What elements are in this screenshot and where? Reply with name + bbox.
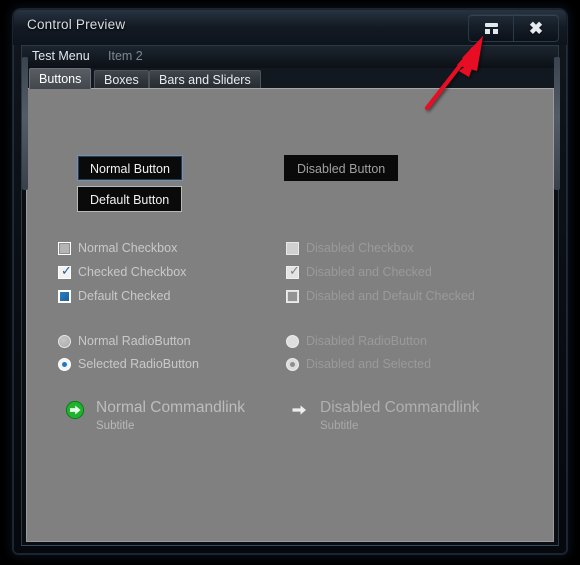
caption-button-group: ✖ <box>468 14 559 42</box>
checkbox-normal-row[interactable]: Normal Checkbox <box>58 241 177 255</box>
checkbox-checked-row[interactable]: ✓ Checked Checkbox <box>58 264 187 279</box>
commandlink-normal[interactable]: Normal Commandlink Subtitle <box>65 399 245 434</box>
radio-normal-row[interactable]: Normal RadioButton <box>58 334 191 348</box>
control-preview-window: Control Preview ✖ Test Menu Item 2 Butto… <box>13 9 567 554</box>
green-arrow-circle-icon <box>65 400 85 420</box>
checkbox-disabled-row: Disabled Checkbox <box>286 241 414 255</box>
commandlink-normal-texts: Normal Commandlink Subtitle <box>96 399 245 434</box>
checkbox-disabled-default-checked-label: Disabled and Default Checked <box>306 289 475 303</box>
radio-selected-row[interactable]: Selected RadioButton <box>58 357 199 371</box>
client-area: Test Menu Item 2 Buttons Boxes Bars and … <box>21 45 559 546</box>
radio-unselected-icon[interactable] <box>58 334 71 348</box>
radio-selected-label: Selected RadioButton <box>78 357 199 371</box>
disabled-button: Disabled Button <box>284 155 399 181</box>
checkbox-disabled-indeterminate-icon <box>286 289 299 303</box>
menu-item-test-menu[interactable]: Test Menu <box>32 49 90 63</box>
checkbox-checked-label: Checked Checkbox <box>78 265 187 279</box>
restore-icon <box>484 22 498 34</box>
checkbox-checked-icon[interactable]: ✓ <box>58 264 72 279</box>
radio-disabled-selected-label: Disabled and Selected <box>306 357 432 371</box>
title-bar[interactable]: Control Preview ✖ <box>13 9 567 45</box>
window-title: Control Preview <box>27 17 126 32</box>
close-button[interactable]: ✖ <box>513 15 558 41</box>
checkbox-indeterminate-icon[interactable] <box>58 289 71 303</box>
tab-bars-and-sliders[interactable]: Bars and Sliders <box>149 70 261 89</box>
restore-button[interactable] <box>469 15 513 41</box>
normal-button[interactable]: Normal Button <box>77 155 183 181</box>
menu-item-item-2: Item 2 <box>108 49 143 63</box>
radio-disabled-selected-row: Disabled and Selected <box>286 357 431 371</box>
checkbox-normal-label: Normal Checkbox <box>78 241 178 255</box>
commandlink-normal-title: Normal Commandlink <box>96 399 246 416</box>
checkbox-disabled-label: Disabled Checkbox <box>306 241 414 255</box>
menu-bar: Test Menu Item 2 <box>22 46 558 69</box>
checkbox-unchecked-icon[interactable] <box>58 241 71 255</box>
checkbox-disabled-default-checked-row: Disabled and Default Checked <box>286 289 475 303</box>
commandlink-normal-subtitle: Subtitle <box>96 420 135 432</box>
checkbox-disabled-checked-icon: ✓ <box>286 264 300 279</box>
screen: Control Preview ✖ Test Menu Item 2 Butto… <box>0 0 580 565</box>
tab-boxes[interactable]: Boxes <box>94 70 149 89</box>
radio-disabled-label: Disabled RadioButton <box>306 334 427 348</box>
checkbox-disabled-checked-label: Disabled and Checked <box>306 265 432 279</box>
commandlink-disabled-texts: Disabled Commandlink Subtitle <box>320 399 479 434</box>
tab-buttons[interactable]: Buttons <box>29 68 92 89</box>
radio-disabled-row: Disabled RadioButton <box>286 334 427 348</box>
tab-page-buttons: Normal Button Default Button Disabled Bu… <box>26 88 554 542</box>
close-icon: ✖ <box>528 18 544 38</box>
commandlink-disabled: Disabled Commandlink Subtitle <box>289 399 479 434</box>
radio-disabled-unselected-icon <box>286 334 299 348</box>
radio-selected-icon[interactable] <box>58 357 71 371</box>
commandlink-disabled-subtitle: Subtitle <box>320 420 359 432</box>
checkbox-default-checked-label: Default Checked <box>78 289 171 303</box>
radio-disabled-selected-icon <box>286 357 299 371</box>
left-edge-scroll-indicator[interactable] <box>22 57 28 190</box>
default-button[interactable]: Default Button <box>77 186 183 212</box>
checkbox-default-checked-row[interactable]: Default Checked <box>58 289 170 303</box>
right-edge-scroll-indicator[interactable] <box>554 57 560 190</box>
checkbox-disabled-checked-row: ✓ Disabled and Checked <box>286 264 432 279</box>
tab-strip: Buttons Boxes Bars and Sliders <box>22 68 558 89</box>
radio-normal-label: Normal RadioButton <box>78 334 191 348</box>
commandlink-disabled-title: Disabled Commandlink <box>320 399 480 416</box>
checkbox-disabled-unchecked-icon <box>286 241 299 255</box>
gray-arrow-icon <box>289 400 309 420</box>
